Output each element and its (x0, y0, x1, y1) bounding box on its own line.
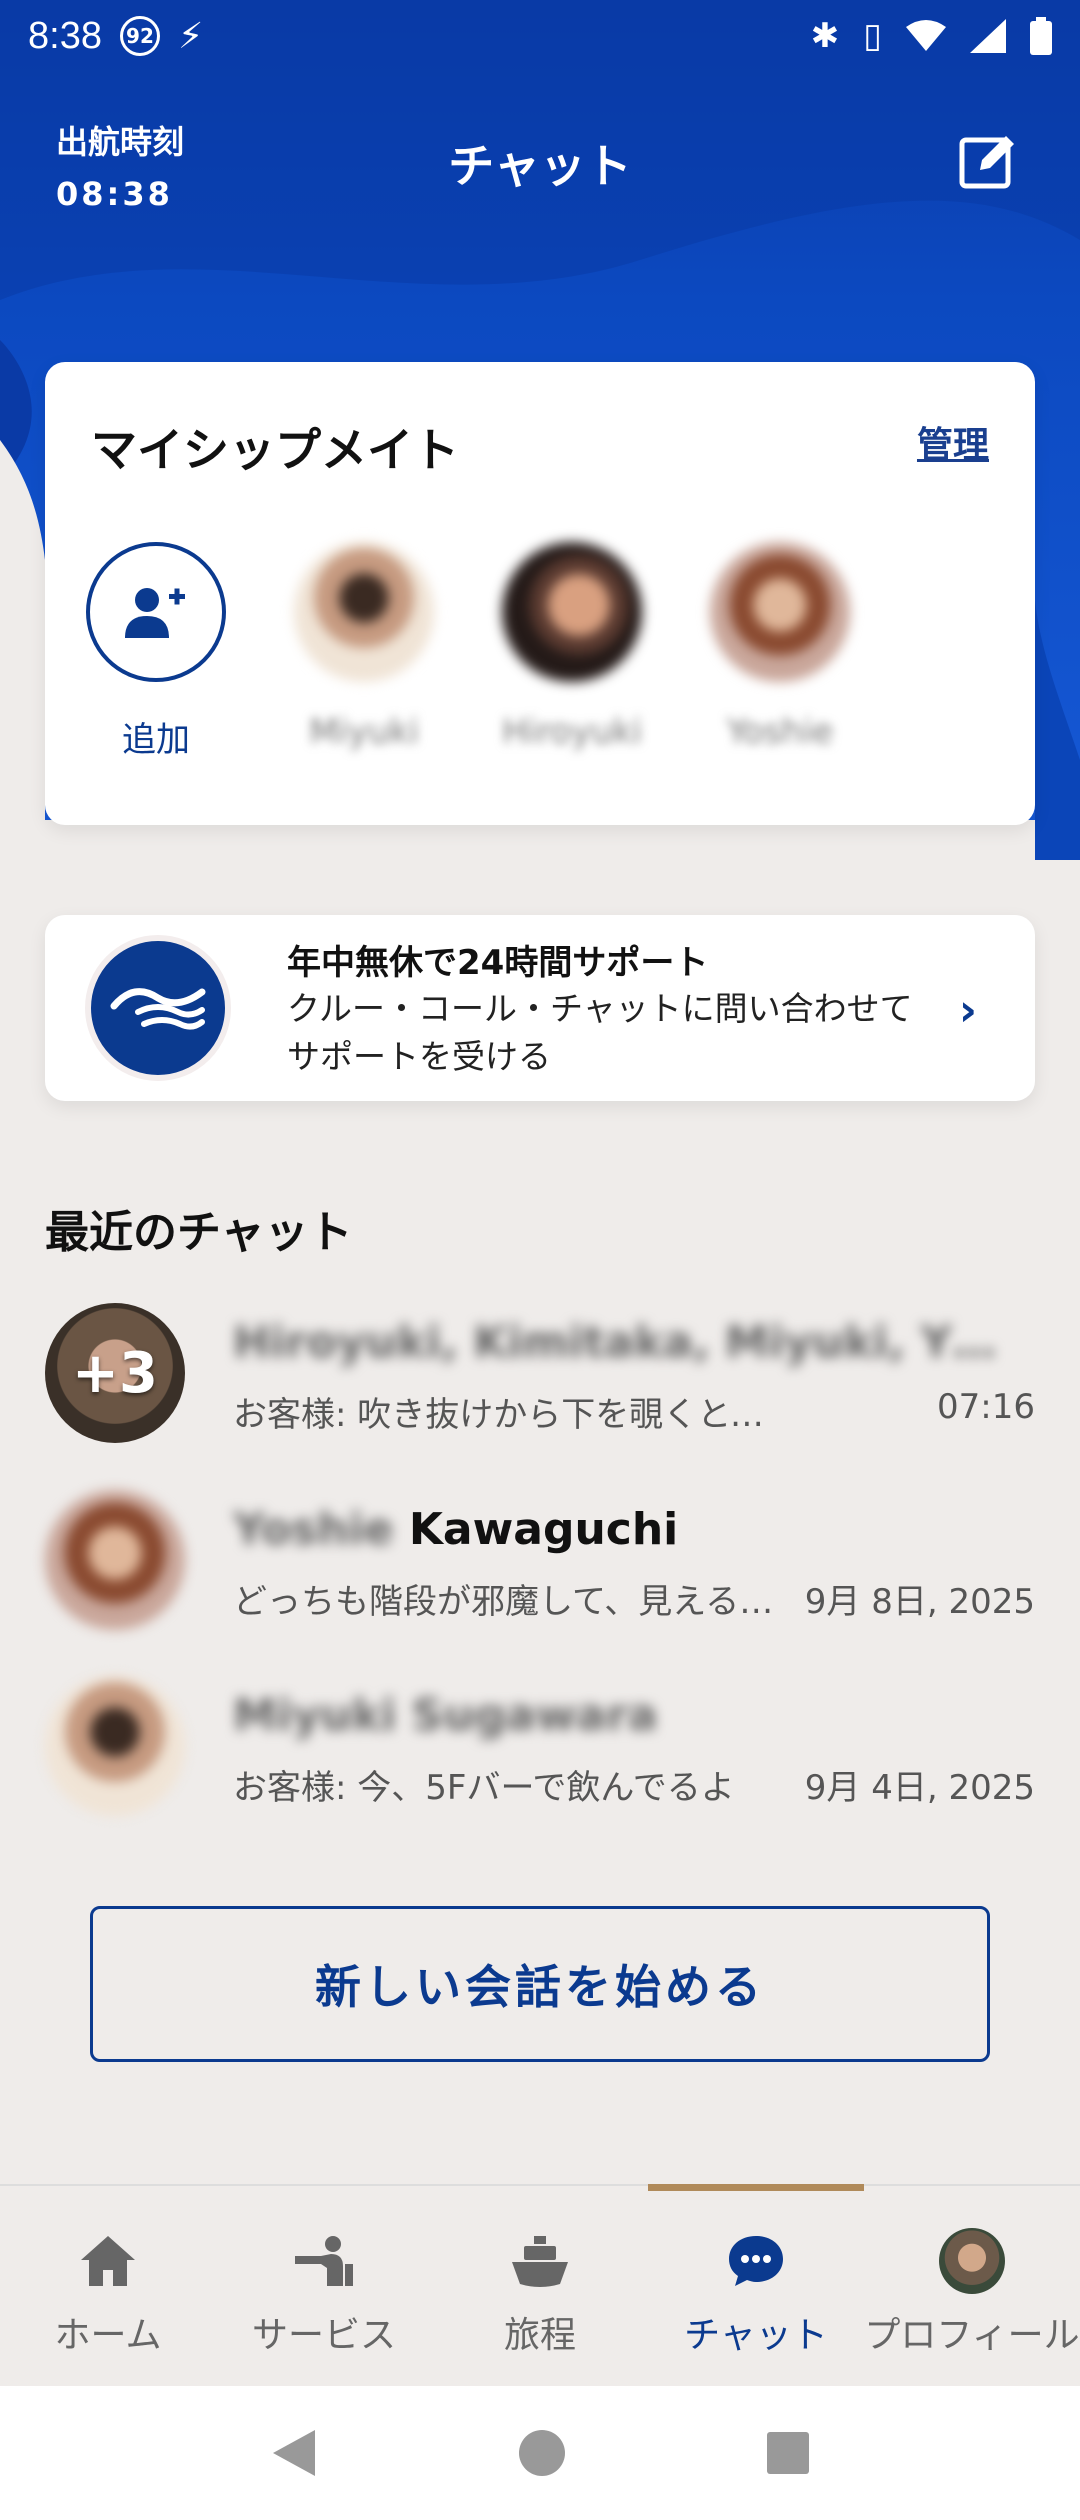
new-chat-button[interactable]: 新しい会話を始める (90, 1906, 990, 2062)
shipmate-name: Miyuki (309, 712, 419, 752)
chat-list-item[interactable]: +3 Hiroyuki, Kimitaka, Miyuki, Y… お客様: 吹… (45, 1303, 1035, 1453)
shipmates-card: マイシップメイト 管理 追加 Miyuki Hiroyuki Yoshie (45, 362, 1035, 825)
chat-name: Yoshie Kawaguchi (233, 1504, 678, 1555)
status-bar: 8:38 92 ⚡ ✱ ▯ (0, 0, 1080, 72)
nav-item-service[interactable]: サービス (216, 2186, 432, 2384)
system-nav-bar (0, 2386, 1080, 2520)
vibrate-icon: ▯ (863, 16, 882, 56)
chat-list-item[interactable]: Yoshie Kawaguchi どっちも階段が邪魔して、見えるか… 9月 8日… (45, 1490, 1035, 1640)
status-badge: 92 (119, 16, 160, 56)
avatar[interactable] (294, 542, 434, 682)
nav-label: ホーム (54, 2315, 162, 2356)
shipmate-item[interactable]: Miyuki (289, 542, 439, 752)
chat-preview: どっちも階段が邪魔して、見えるか… (233, 1582, 793, 1622)
support-card[interactable]: 年中無休で24時間サポート クルー・コール・チャットに問い合わせてサポートを受け… (45, 915, 1035, 1101)
recents-icon[interactable] (767, 2432, 810, 2474)
page-title: チャット (448, 139, 632, 193)
nav-item-profile[interactable]: プロフィール (864, 2186, 1080, 2384)
nav-label: プロフィール (864, 2315, 1080, 2356)
background-fill (45, 820, 1035, 860)
nav-item-itinerary[interactable]: 旅程 (432, 2186, 648, 2384)
chat-name: Miyuki Sugawara (233, 1690, 657, 1741)
chat-preview: お客様: 吹き抜けから下を覗くと、5Fも、そ… (233, 1395, 793, 1435)
wifi-icon (906, 20, 946, 51)
chat-time: 07:16 (937, 1387, 1035, 1427)
service-icon (295, 2236, 353, 2286)
battery-icon (1030, 17, 1052, 55)
manage-link[interactable]: 管理 (917, 416, 989, 468)
chat-name-hidden: Miyuki Sugawara (233, 1690, 658, 1741)
chevron-right-icon: › (958, 985, 977, 1036)
nav-item-chat[interactable]: チャット (648, 2184, 864, 2384)
bolt-icon: ⚡ (177, 15, 204, 57)
nav-item-home[interactable]: ホーム (0, 2186, 216, 2384)
shipmate-item[interactable]: Yoshie (705, 542, 855, 752)
support-title: 年中無休で24時間サポート (287, 943, 709, 983)
add-label: 追加 (122, 720, 190, 760)
chat-preview: お客様: 今、5Fバーで飲んでるよ (233, 1768, 735, 1808)
chat-icon (729, 2236, 783, 2286)
chat-time: 9月 4日, 2025 (804, 1768, 1035, 1808)
group-count: +3 (72, 1340, 158, 1406)
shipmate-name: Hiroyuki (502, 712, 642, 752)
home-circle-icon[interactable] (518, 2429, 566, 2477)
nav-label: サービス (251, 2315, 396, 2356)
avatar[interactable] (502, 542, 642, 682)
ship-icon (512, 2236, 568, 2287)
add-shipmate-button[interactable]: 追加 (81, 542, 231, 761)
support-subtitle: クルー・コール・チャットに問い合わせてサポートを受ける (287, 989, 913, 1076)
add-avatar[interactable] (86, 542, 226, 682)
chat-name-hidden: Hiroyuki, Kimitaka, Miyuki, Y… (233, 1317, 997, 1368)
chat-name-hidden: Yoshie (233, 1504, 394, 1555)
edit-icon[interactable] (956, 130, 1020, 194)
chat-time: 9月 8日, 2025 (804, 1582, 1035, 1622)
chat-name: Hiroyuki, Kimitaka, Miyuki, Y… (233, 1317, 996, 1368)
status-time: 8:38 (28, 14, 102, 57)
nav-label: 旅程 (503, 2315, 576, 2356)
bottom-nav: ホーム サービス 旅程 チャット プロフィール (0, 2184, 1080, 2384)
add-person-icon (125, 588, 185, 638)
chat-name-visible: Kawaguchi (408, 1504, 679, 1555)
profile-avatar (939, 2228, 1005, 2294)
wave-logo-icon (85, 935, 231, 1081)
home-icon (81, 2236, 135, 2286)
signal-icon (970, 19, 1006, 53)
avatar (45, 1676, 185, 1816)
nav-label: チャット (684, 2315, 828, 2356)
shipmates-title: マイシップメイト (91, 423, 459, 477)
avatar (45, 1490, 185, 1630)
recent-chats-title: 最近のチャット (45, 1207, 353, 1258)
shipmate-item[interactable]: Hiroyuki (497, 542, 647, 752)
bluetooth-icon: ✱ (810, 16, 840, 56)
group-avatar: +3 (45, 1303, 185, 1443)
back-icon[interactable] (271, 2428, 317, 2478)
shipmate-name: Yoshie (726, 712, 834, 752)
avatar[interactable] (710, 542, 850, 682)
chat-list-item[interactable]: Miyuki Sugawara お客様: 今、5Fバーで飲んでるよ 9月 4日,… (45, 1676, 1035, 1826)
